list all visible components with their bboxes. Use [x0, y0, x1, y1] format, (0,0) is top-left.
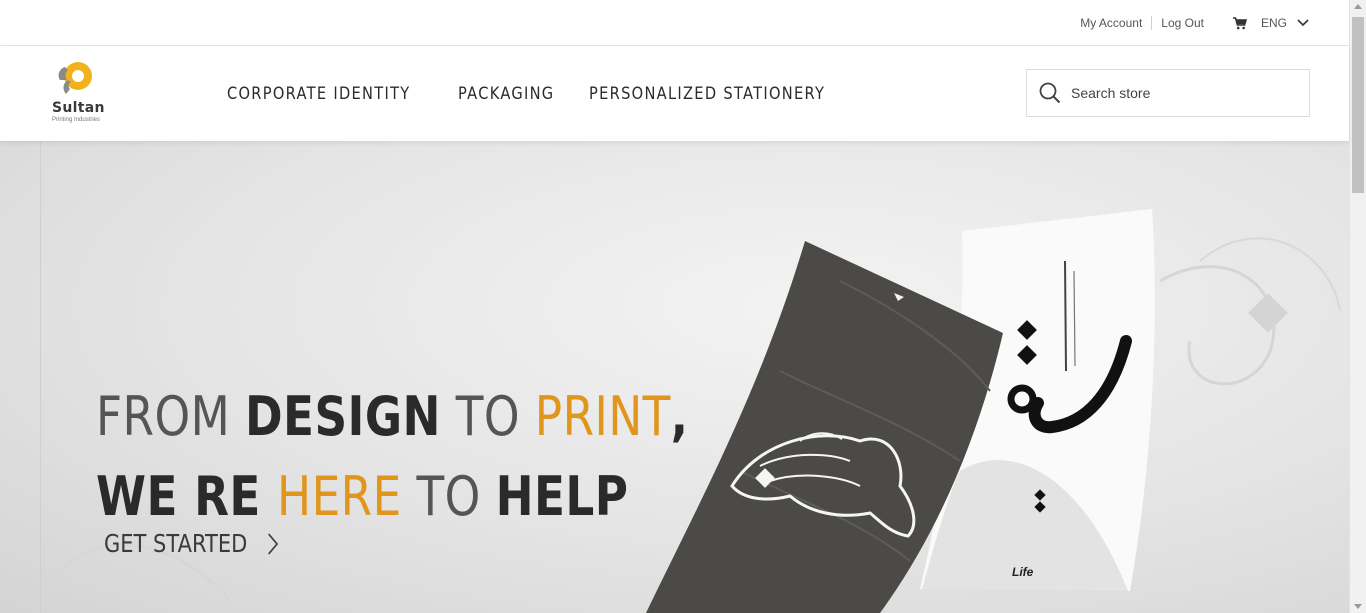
poster-caption: Life [1012, 565, 1034, 579]
headline-line-2: WE RE HERE TO HELP [96, 457, 688, 537]
get-started-label: GET STARTED [104, 529, 248, 558]
headline-line-1: FROM DESIGN TO PRINT, [96, 377, 688, 457]
headline-text: TO [401, 465, 496, 528]
top-utility-bar: My Account Log Out ENG [0, 0, 1349, 46]
my-account-link[interactable]: My Account [1071, 16, 1151, 30]
logo-name: Sultan [52, 100, 105, 116]
scroll-down-icon[interactable] [1354, 604, 1362, 609]
language-selector[interactable]: ENG [1261, 16, 1309, 30]
scrollbar-thumb[interactable] [1352, 17, 1364, 193]
headline-design: DESIGN [244, 385, 441, 448]
account-links: My Account Log Out ENG [1071, 0, 1309, 46]
headline-help: HELP [495, 465, 629, 528]
logo-subtitle: Printing Industries [52, 117, 101, 123]
get-started-button[interactable]: GET STARTED [104, 529, 278, 558]
headline-text: FROM [96, 385, 245, 448]
main-header: Sultan Printing Industries CORPORATE IDE… [0, 47, 1349, 141]
headline-here: HERE [277, 465, 402, 528]
headline-text: WE RE [96, 465, 278, 528]
nav-personalized-stationery[interactable]: PERSONALIZED STATIONERY [589, 84, 825, 104]
language-label: ENG [1260, 16, 1287, 30]
hero-headline: FROM DESIGN TO PRINT, WE RE HERE TO HELP [96, 377, 688, 537]
chevron-right-icon [267, 532, 278, 555]
headline-print: PRINT [534, 385, 671, 448]
main-navigation: CORPORATE IDENTITY PACKAGING PERSONALIZE… [227, 47, 843, 141]
nav-corporate-identity[interactable]: CORPORATE IDENTITY [227, 84, 411, 104]
site-logo[interactable]: Sultan Printing Industries [50, 59, 108, 129]
logo-mark [58, 62, 92, 94]
search-input[interactable] [1071, 85, 1291, 101]
cart-icon[interactable] [1232, 16, 1247, 30]
vertical-scrollbar[interactable] [1349, 0, 1366, 613]
headline-text: TO [440, 385, 535, 448]
log-out-link[interactable]: Log Out [1152, 16, 1213, 30]
hero-banner: Life FROM DESIGN TO PRINT, WE RE HERE TO… [0, 141, 1349, 613]
chevron-down-icon [1297, 19, 1309, 27]
scroll-up-icon[interactable] [1354, 4, 1362, 9]
search-icon[interactable] [1039, 82, 1061, 104]
nav-packaging[interactable]: PACKAGING [458, 84, 554, 104]
search-box[interactable] [1026, 69, 1310, 117]
headline-comma: , [670, 385, 689, 448]
